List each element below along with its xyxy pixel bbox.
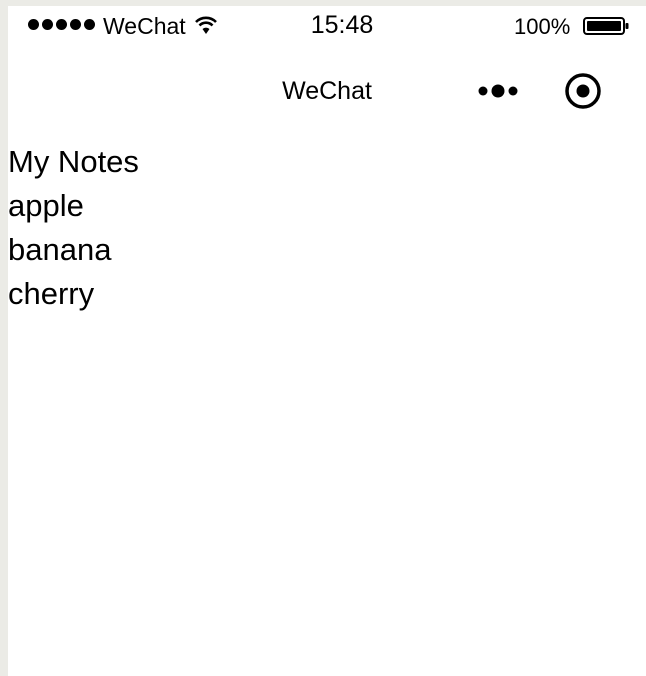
navigation-bar: WeChat [8,64,646,114]
nav-title: WeChat [282,77,372,105]
record-circle-icon[interactable] [564,72,602,110]
page-title: My Notes [8,144,139,179]
battery-percentage: 100% [514,14,571,39]
phone-screen: WeChat 15:48 100% WeChat My Notes apple [8,6,646,676]
notes-list: apple banana cherry [8,184,646,316]
list-item: banana [8,232,112,267]
list-item: cherry [8,276,95,311]
more-dots-icon[interactable] [475,79,523,103]
battery-icon [583,17,629,35]
list-item: apple [8,188,84,223]
page-content: My Notes apple banana cherry [8,140,646,316]
status-bar: WeChat 15:48 100% [8,6,646,46]
